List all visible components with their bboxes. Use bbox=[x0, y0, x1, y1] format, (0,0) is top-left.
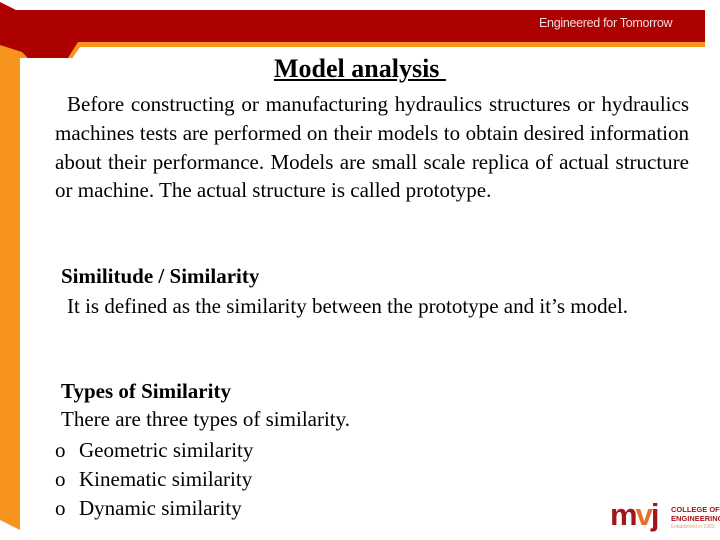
logo-letter-m: m bbox=[610, 497, 638, 532]
bullet-icon: o bbox=[55, 466, 66, 491]
left-accent-stripe bbox=[0, 52, 20, 530]
similitude-definition: It is defined as the similarity between … bbox=[55, 292, 689, 321]
slide-title: Model analysis bbox=[274, 54, 446, 83]
list-item-text: Kinematic similarity bbox=[79, 466, 253, 491]
header-tagline: Engineered for Tomorrow bbox=[539, 16, 673, 30]
list-item-text: Geometric similarity bbox=[79, 438, 254, 462]
logo-letter-v: v bbox=[635, 497, 653, 532]
logo-letter-j: j bbox=[650, 497, 660, 532]
college-logo: mvj COLLEGE OF ENGINEERING Established in… bbox=[610, 497, 720, 537]
intro-paragraph: Before constructing or manufacturing hyd… bbox=[55, 90, 689, 205]
section-heading-types: Types of Similarity bbox=[61, 379, 231, 403]
list-item: o Geometric similarity bbox=[55, 436, 253, 465]
bullet-icon: o bbox=[55, 495, 66, 520]
similitude-definition-text: It is defined as the similarity between … bbox=[67, 294, 629, 318]
list-item-text: Dynamic similarity bbox=[79, 495, 242, 520]
logo-text: COLLEGE OF ENGINEERING bbox=[671, 505, 720, 523]
bullet-icon: o bbox=[55, 438, 66, 462]
list-item: o Dynamic similarity bbox=[55, 494, 253, 523]
logo-line2: ENGINEERING bbox=[671, 513, 720, 523]
section-heading-similitude: Similitude / Similarity bbox=[61, 264, 260, 288]
intro-paragraph-text: Before constructing or manufacturing hyd… bbox=[55, 92, 689, 203]
logo-established: Established in 1982 bbox=[671, 524, 715, 530]
similarity-types-list: o Geometric similarity o Kinematic similar… bbox=[55, 436, 253, 522]
list-item: o Kinematic similarity bbox=[55, 465, 253, 494]
types-intro: There are three types of similarity. bbox=[61, 407, 351, 431]
logo-mark: mvj bbox=[610, 497, 660, 533]
